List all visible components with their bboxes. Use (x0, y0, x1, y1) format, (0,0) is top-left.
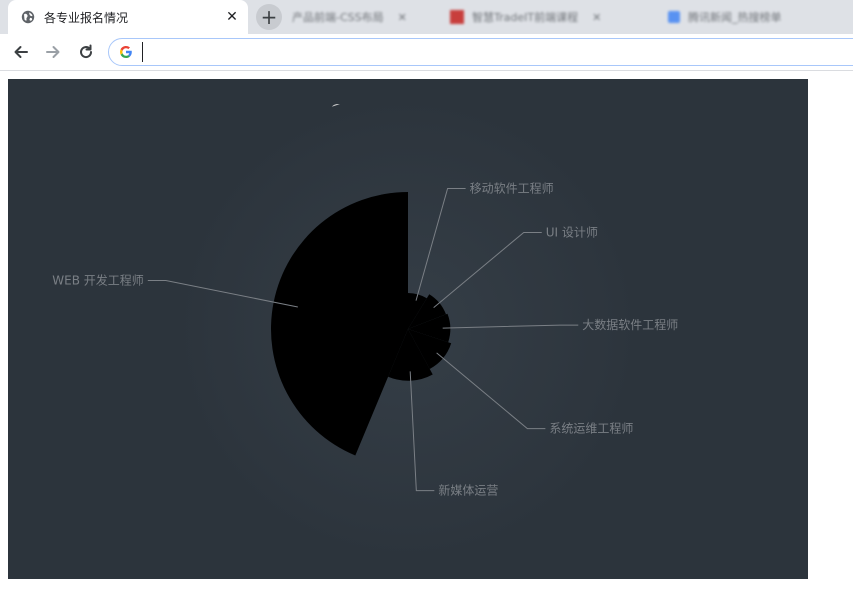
slice-label-ui-设计师: UI 设计师 (546, 225, 598, 239)
slice-label-新媒体运营: 新媒体运营 (438, 483, 498, 498)
google-icon (118, 44, 134, 60)
tab-strip: 各专业报名情况 ✕ + 产品前端-CSS布局 ✕ 智慧TradeIT前端课程 ✕… (0, 0, 853, 34)
chart-container: Customized Pie 移动软件工程师UI 设计师大数据软件工程师系统运维… (8, 79, 808, 579)
tab-inactive-3[interactable]: 腾讯新闻_热搜榜单 (668, 0, 853, 34)
forward-button[interactable] (42, 41, 64, 63)
tab-title: 腾讯新闻_热搜榜单 (688, 11, 782, 24)
close-icon[interactable]: ✕ (592, 11, 601, 24)
reload-button[interactable] (75, 41, 97, 63)
slice-label-移动软件工程师: 移动软件工程师 (470, 180, 554, 195)
tab-active[interactable]: 各专业报名情况 ✕ (8, 0, 248, 34)
slice-label-大数据软件工程师: 大数据软件工程师 (582, 317, 678, 332)
tab-inactive-1[interactable]: 产品前端-CSS布局 ✕ (292, 0, 442, 34)
tab-inactive-2[interactable]: 智慧TradeIT前端课程 ✕ (450, 0, 650, 34)
back-button[interactable] (10, 41, 32, 63)
globe-icon (20, 9, 36, 25)
tab-title: 各专业报名情况 (44, 10, 129, 25)
site-favicon-icon (668, 11, 680, 23)
url-input[interactable] (142, 42, 743, 62)
close-icon[interactable]: ✕ (398, 11, 407, 24)
tab-title: 智慧TradeIT前端课程 (472, 11, 579, 24)
slice-label-系统运维工程师: 系统运维工程师 (549, 421, 633, 436)
site-favicon-icon (450, 10, 464, 24)
close-icon[interactable]: ✕ (224, 9, 240, 25)
arrow-left-icon (14, 46, 28, 58)
slice-label-web-开发工程师: WEB 开发工程师 (52, 273, 144, 288)
arrow-right-icon (46, 46, 60, 58)
browser-toolbar (0, 34, 853, 71)
reload-icon (80, 44, 93, 59)
new-tab-button[interactable]: + (256, 4, 282, 30)
address-bar[interactable] (108, 38, 853, 66)
tab-title: 产品前端-CSS布局 (292, 11, 384, 24)
plus-icon: + (260, 5, 278, 29)
rose-pie-chart: 移动软件工程师 UI 设计师大数据软件工程师系统运维工程师新媒体运营 WEB 开发工… (52, 94, 678, 564)
